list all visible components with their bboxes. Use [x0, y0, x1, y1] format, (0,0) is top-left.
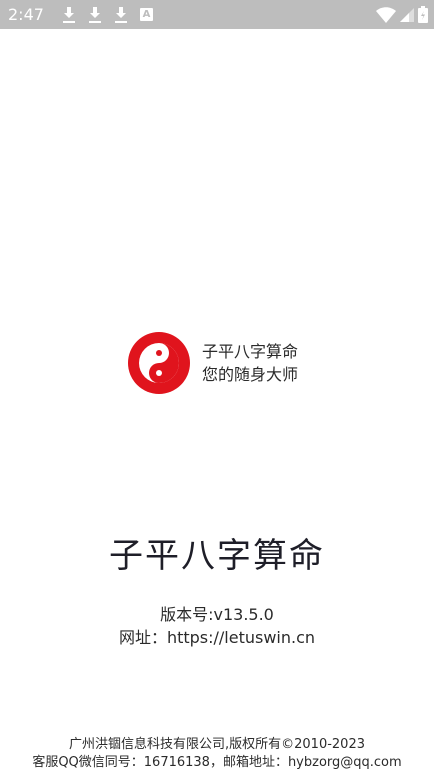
- a-icon: A: [139, 8, 153, 21]
- yin-yang-icon: [128, 332, 190, 394]
- contact-label: 客服QQ微信同号：16716138，邮箱地址：hybzorg@qq.com: [32, 755, 402, 770]
- copyright-label: 广州洪锢信息科技有限公司,版权所有©2010-2023: [69, 737, 365, 752]
- system-icons: [376, 6, 428, 23]
- footer: 广州洪锢信息科技有限公司,版权所有©2010-2023 客服QQ微信同号：167…: [0, 736, 434, 772]
- wifi-icon: [376, 6, 396, 23]
- slogan-line-1: 子平八字算命: [202, 342, 299, 361]
- battery-icon: [418, 6, 428, 23]
- app-name: 子平八字算命: [109, 536, 325, 576]
- app-info: 版本号:v13.5.0 网址：https://letuswin.cn: [0, 603, 434, 649]
- website-label: 网址：https://letuswin.cn: [118, 628, 316, 647]
- status-bar: 2:47 A: [0, 0, 434, 29]
- download-icon: [114, 6, 127, 23]
- slogan-line-2: 您的随身大师: [202, 365, 299, 384]
- slogan: 子平八字算命 您的随身大师: [202, 340, 298, 386]
- download-icon: [88, 6, 101, 23]
- notification-icons: A: [62, 6, 153, 23]
- status-time: 2:47: [8, 5, 44, 24]
- signal-icon: [400, 7, 414, 22]
- logo-block: 子平八字算命 您的随身大师: [128, 332, 298, 394]
- download-icon: [62, 6, 75, 23]
- version-label: 版本号:v13.5.0: [160, 605, 274, 624]
